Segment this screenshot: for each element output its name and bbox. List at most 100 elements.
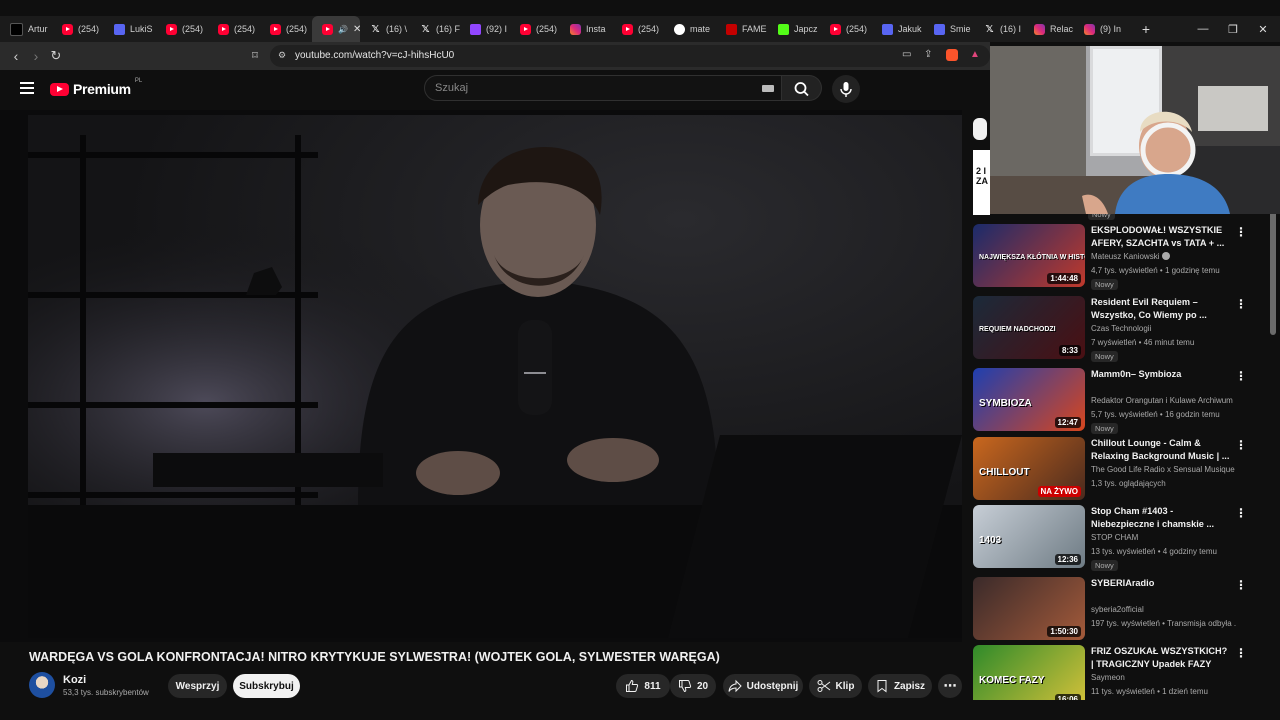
more-vertical-icon[interactable]: ⋮ <box>1235 226 1247 240</box>
recommendation-title[interactable]: Stop Cham #1403 - Niebezpieczne i chamsk… <box>1091 505 1231 531</box>
recommendation-channel[interactable]: The Good Life Radio x Sensual Musique <box>1091 465 1236 474</box>
youtube-playing-icon <box>322 23 333 35</box>
sidebar-scrollbar[interactable] <box>1270 210 1276 335</box>
recommendation-title[interactable]: Chillout Lounge - Calm & Relaxing Backgr… <box>1091 437 1231 463</box>
audio-playing-icon[interactable]: 🔊 <box>338 25 348 34</box>
keyboard-icon[interactable] <box>762 85 774 92</box>
recommendation-title[interactable]: FRIZ OSZUKAŁ WSZYSTKICH? | TRAGICZNY Upa… <box>1091 645 1231 671</box>
brave-shield-icon[interactable] <box>946 49 958 61</box>
more-vertical-icon[interactable]: ⋮ <box>1235 647 1247 661</box>
minimize-icon[interactable]: — <box>1188 16 1218 42</box>
subscribe-button[interactable]: Subskrybuj <box>233 674 300 698</box>
browser-tab[interactable]: Jakuk <box>872 16 924 42</box>
bookmark-icon[interactable]: ⌑ <box>247 48 263 64</box>
instagram-icon <box>570 23 581 35</box>
browser-tab[interactable]: 𝕏 (16) F <box>410 16 460 42</box>
browser-tab[interactable]: (254) <box>52 16 104 42</box>
back-icon[interactable]: ‹ <box>8 48 24 64</box>
restore-icon[interactable]: ❐ <box>1218 16 1248 42</box>
browser-tab[interactable]: (254) <box>260 16 312 42</box>
channel-name[interactable]: Kozi <box>63 674 86 686</box>
browser-tab[interactable]: (9) In <box>1074 16 1126 42</box>
share-button[interactable]: Udostępnij <box>723 674 803 698</box>
youtube-premium-logo[interactable]: Premium PL <box>50 78 142 97</box>
voice-search-button[interactable] <box>832 75 860 103</box>
browser-tab[interactable]: (254) <box>156 16 208 42</box>
more-vertical-icon[interactable]: ⋮ <box>1235 439 1247 453</box>
recommendation-channel[interactable]: Redaktor Orangutan i Kulawe Archiwum <box>1091 396 1236 405</box>
recommendation-title[interactable]: Resident Evil Requiem – Wszystko, Co Wie… <box>1091 296 1231 322</box>
recommendation-channel[interactable]: syberia2official <box>1091 605 1236 614</box>
like-button[interactable]: 811 <box>616 674 670 698</box>
recommendation-item[interactable]: SYMBIOZA 12:47 Mamm0n– Symbioza Redaktor Or… <box>973 368 1263 434</box>
filter-chip[interactable] <box>973 118 987 140</box>
video-thumbnail[interactable]: REQUIEM NADCHODZI 8:33 <box>973 296 1085 359</box>
browser-tab[interactable]: 🔊 ✕ <box>312 16 360 42</box>
video-thumbnail[interactable]: SYMBIOZA 12:47 <box>973 368 1085 431</box>
more-vertical-icon[interactable]: ⋮ <box>1235 298 1247 312</box>
address-bar[interactable]: ⚙ youtube.com/watch?v=cJ-hihsHcU0 ▭ ⇪ ▲ <box>270 45 990 67</box>
browser-tab[interactable]: (254) <box>820 16 872 42</box>
thumbnail-text: SYMBIOZA <box>979 398 1032 409</box>
video-thumbnail[interactable]: CHILLOUT NA ŻYWO <box>973 437 1085 500</box>
partial-thumbnail[interactable]: 2 I ZA <box>973 150 990 215</box>
browser-tab[interactable]: FAME <box>716 16 768 42</box>
site-info-icon[interactable]: ⚙ <box>278 50 286 61</box>
close-tab-icon[interactable]: ✕ <box>353 24 360 35</box>
video-player[interactable] <box>0 110 962 642</box>
browser-tab[interactable]: (254) <box>208 16 260 42</box>
video-thumbnail[interactable]: KOMEC FAZY 16:06 <box>973 645 1085 700</box>
search-button[interactable] <box>782 75 822 101</box>
video-thumbnail[interactable]: 1403 12:36 <box>973 505 1085 568</box>
video-thumbnail[interactable]: NAJWIĘKSZA KŁÓTNIA W HISTORII WWW 1:44:48 <box>973 224 1085 287</box>
recommendation-title[interactable]: SYBERIAradio <box>1091 577 1231 590</box>
rewards-icon[interactable]: ▲ <box>970 49 980 60</box>
new-tab-button[interactable]: + <box>1131 16 1161 42</box>
thumbs-up-icon <box>626 679 639 692</box>
more-actions-button[interactable]: ⋯ <box>938 674 962 698</box>
forward-icon[interactable]: › <box>28 48 44 64</box>
recommendation-channel[interactable]: STOP CHAM <box>1091 533 1236 542</box>
browser-tab[interactable]: Smie <box>924 16 974 42</box>
recommendation-item[interactable]: KOMEC FAZY 16:06 FRIZ OSZUKAŁ WSZYSTKICH? … <box>973 645 1263 700</box>
channel-avatar[interactable] <box>29 672 55 698</box>
recommendation-item[interactable]: CHILLOUT NA ŻYWO Chillout Lounge - Calm & … <box>973 437 1263 503</box>
recommendation-meta: 7 wyświetleń • 46 minut temu <box>1091 338 1195 347</box>
recommendation-title[interactable]: EKSPLODOWAŁ! WSZYSTKIE AFERY, SZACHTA vs… <box>1091 224 1231 250</box>
browser-tab[interactable]: (92) I <box>460 16 510 42</box>
more-vertical-icon[interactable]: ⋮ <box>1235 370 1247 384</box>
reload-icon[interactable]: ↻ <box>48 48 64 64</box>
video-thumbnail[interactable]: 1:50:30 <box>973 577 1085 640</box>
search-input[interactable] <box>435 82 735 94</box>
browser-tab[interactable]: Insta <box>560 16 612 42</box>
browser-tab[interactable]: 𝕏 (16) I <box>974 16 1024 42</box>
recommendation-title[interactable]: Mamm0n– Symbioza <box>1091 368 1231 381</box>
recommendation-item[interactable]: NAJWIĘKSZA KŁÓTNIA W HISTORII WWW 1:44:48… <box>973 224 1263 290</box>
more-vertical-icon[interactable]: ⋮ <box>1235 579 1247 593</box>
browser-tab[interactable]: 𝕏 (16) \ <box>360 16 410 42</box>
browser-tab[interactable]: Artur <box>0 16 52 42</box>
recommendation-channel[interactable]: Saymeon <box>1091 673 1236 682</box>
clip-button[interactable]: Klip <box>809 674 862 698</box>
recommendation-item[interactable]: REQUIEM NADCHODZI 8:33 Resident Evil Requi… <box>973 296 1263 362</box>
save-button[interactable]: Zapisz <box>868 674 932 698</box>
close-window-icon[interactable]: ✕ <box>1248 16 1278 42</box>
browser-tab[interactable]: LukiS <box>104 16 156 42</box>
menu-icon[interactable] <box>20 82 34 94</box>
share-page-icon[interactable]: ⇪ <box>924 49 932 60</box>
join-button[interactable]: Wesprzyj <box>168 674 227 698</box>
browser-tab[interactable]: (254) <box>510 16 560 42</box>
dislike-button[interactable]: 20 <box>670 674 716 698</box>
more-vertical-icon[interactable]: ⋮ <box>1235 507 1247 521</box>
browser-tab[interactable]: (254) <box>612 16 664 42</box>
recommendation-channel[interactable]: Czas Technologii <box>1091 324 1236 333</box>
thumbnail-text: REQUIEM NADCHODZI <box>979 326 1056 333</box>
recommendation-item[interactable]: 1403 12:36 Stop Cham #1403 - Niebezpieczne… <box>973 505 1263 571</box>
browser-tab[interactable]: Relac <box>1024 16 1074 42</box>
recommendation-item[interactable]: 1:50:30 SYBERIAradio syberia2official 197 t… <box>973 577 1263 643</box>
browser-tab[interactable]: mate <box>664 16 716 42</box>
recommendation-channel[interactable]: Mateusz Kaniowski <box>1091 252 1236 261</box>
cast-icon[interactable]: ▭ <box>902 49 911 60</box>
tab-label: (16) F <box>436 24 460 34</box>
browser-tab[interactable]: Japcz <box>768 16 820 42</box>
